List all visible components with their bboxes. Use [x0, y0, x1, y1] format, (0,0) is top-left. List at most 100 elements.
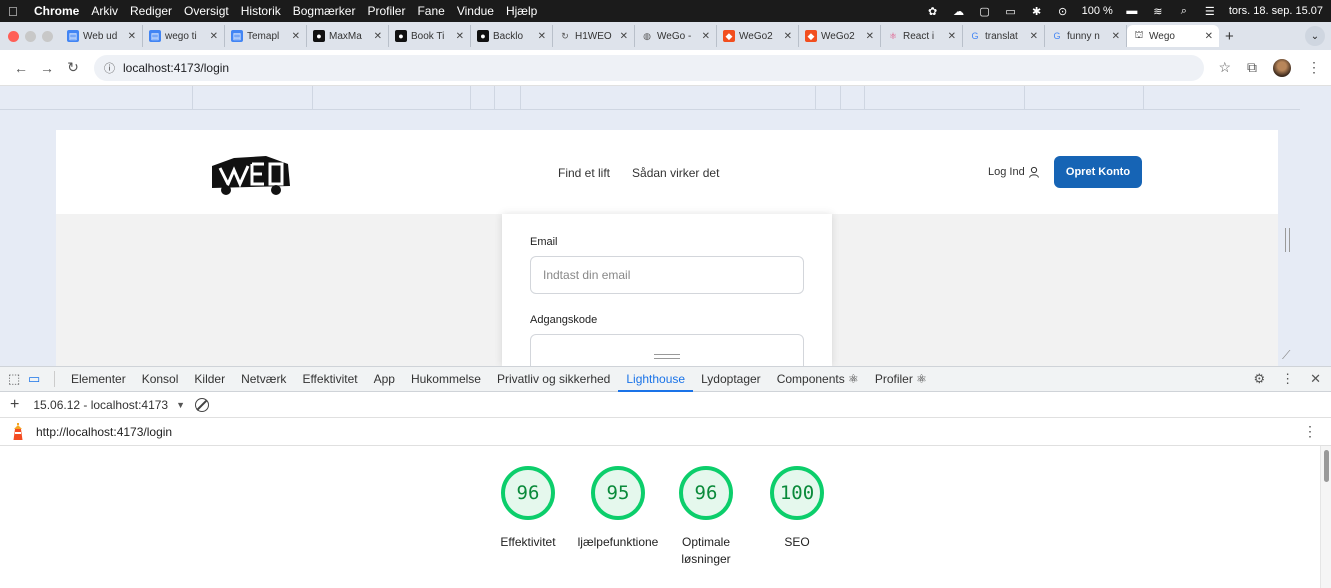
report-url[interactable]: http://localhost:4173/login [36, 425, 172, 439]
back-arrow-icon[interactable]: ← [10, 60, 32, 76]
devtools-more-icon[interactable]: ⋮ [1281, 371, 1294, 387]
scrollbar-thumb[interactable] [1324, 450, 1329, 482]
tab-close-icon[interactable]: ✕ [784, 31, 792, 42]
clear-reports-icon[interactable] [195, 397, 210, 412]
tab-item[interactable]: ● MaxMa ✕ [307, 25, 389, 47]
tab-close-icon[interactable]: ✕ [128, 31, 136, 42]
score-gauge-best-practices[interactable]: 96 Optimale løsninger [656, 466, 756, 568]
tab-item[interactable]: ◍ WeGo - ✕ [635, 25, 717, 47]
devtools-tab[interactable]: Lydoptager [693, 366, 769, 392]
bluetooth-icon[interactable]: ✱ [1030, 5, 1044, 18]
new-report-button[interactable]: + [10, 396, 19, 414]
menubar-clock[interactable]: tors. 18. sep. 15.07 [1229, 5, 1323, 17]
tab-close-icon[interactable]: ✕ [866, 31, 874, 42]
extensions-icon[interactable]: ⧉ [1247, 59, 1257, 76]
nav-how-it-works[interactable]: Sådan virker det [632, 166, 719, 180]
menu-bogmaerker[interactable]: Bogmærker [293, 4, 356, 18]
tab-close-icon[interactable]: ✕ [374, 31, 382, 42]
devtools-tab[interactable]: Privatliv og sikkerhed [489, 366, 618, 392]
tab-close-icon[interactable]: ✕ [1112, 31, 1120, 42]
control-center-icon[interactable]: ☰ [1203, 5, 1217, 18]
zoom-window-button[interactable] [42, 30, 53, 42]
devtools-tab[interactable]: Elementer [63, 366, 134, 392]
report-select[interactable]: 15.06.12 - localhost:4173 [33, 398, 168, 412]
devtools-tab[interactable]: Components ⚛ [769, 366, 867, 392]
menu-profiler[interactable]: Profiler [367, 4, 405, 18]
site-info-icon[interactable]: ⓘ [104, 60, 115, 76]
tab-close-icon[interactable]: ✕ [1030, 31, 1038, 42]
password-field[interactable] [530, 334, 804, 366]
devtools-tab[interactable]: Hukommelse [403, 366, 489, 392]
tab-item[interactable]: ● Backlo ✕ [471, 25, 553, 47]
menu-vindue[interactable]: Vindue [457, 4, 494, 18]
minimize-window-button[interactable] [25, 30, 36, 42]
tab-close-icon[interactable]: ✕ [210, 31, 218, 42]
devtools-tab[interactable]: App [366, 366, 403, 392]
corner-resize-icon[interactable]: ⟋ [1282, 348, 1290, 363]
viewport-resize-handle[interactable] [1285, 228, 1290, 252]
menu-hjaelp[interactable]: Hjælp [506, 4, 537, 18]
tab-item[interactable]: Gtranslat ✕ [963, 25, 1045, 47]
caret-down-icon[interactable]: ▼ [176, 400, 185, 410]
tab-item[interactable]: ● Book Ti ✕ [389, 25, 471, 47]
tab-search-button[interactable]: ⌄ [1305, 26, 1325, 46]
menu-historik[interactable]: Historik [241, 4, 281, 18]
extension-status-icon[interactable]: ✿ [926, 5, 940, 18]
tab-item[interactable]: ↻ H1WEO ✕ [553, 25, 635, 47]
display-icon[interactable]: ▭ [1004, 5, 1018, 18]
address-bar[interactable]: ⓘ localhost:4173/login [94, 54, 1205, 81]
wego-logo[interactable] [204, 150, 296, 196]
tab-close-icon[interactable]: ✕ [948, 31, 956, 42]
signup-button[interactable]: Opret Konto [1054, 156, 1142, 188]
devtools-tab[interactable]: Konsol [134, 366, 187, 392]
wifi-icon[interactable]: ≋ [1151, 5, 1165, 18]
login-link[interactable]: Log Ind [988, 166, 1040, 178]
device-toolbar-icon[interactable]: ▭ [28, 371, 48, 387]
settings-gear-icon[interactable]: ⚙ [1253, 371, 1265, 387]
chrome-menu-icon[interactable]: ⋮ [1307, 59, 1321, 76]
tab-close-icon[interactable]: ✕ [702, 31, 710, 42]
tab-close-icon[interactable]: ✕ [620, 31, 628, 42]
tab-item[interactable]: ▤ wego ti ✕ [143, 25, 225, 47]
menu-arkiv[interactable]: Arkiv [91, 4, 118, 18]
devtools-tab[interactable]: Lighthouse [618, 366, 694, 392]
cloud-icon[interactable]: ☁ [952, 5, 966, 18]
devtools-tab[interactable]: Profiler ⚛ [867, 366, 935, 392]
menu-rediger[interactable]: Rediger [130, 4, 172, 18]
apple-icon[interactable]:  [8, 4, 26, 19]
reload-icon[interactable]: ↻ [62, 59, 84, 76]
tab-item[interactable]: ◆ WeGo2 ✕ [799, 25, 881, 47]
report-menu-icon[interactable]: ⋮ [1303, 423, 1317, 440]
close-devtools-icon[interactable]: ✕ [1310, 371, 1321, 387]
report-scrollbar[interactable] [1320, 446, 1331, 588]
inspect-element-icon[interactable]: ⬚ [8, 371, 28, 387]
new-tab-button[interactable]: + [1225, 28, 1234, 45]
bookmark-star-icon[interactable]: ☆ [1218, 59, 1231, 76]
profile-avatar[interactable] [1273, 58, 1291, 77]
tab-item[interactable]: Gfunny n ✕ [1045, 25, 1127, 47]
menu-fane[interactable]: Fane [417, 4, 444, 18]
battery-icon[interactable]: ▬ [1125, 5, 1139, 17]
close-window-button[interactable] [8, 30, 19, 42]
score-gauge-performance[interactable]: 96 Effektivitet [478, 466, 578, 551]
devtools-tab[interactable]: Effektivitet [294, 366, 365, 392]
tab-close-icon[interactable]: ✕ [292, 31, 300, 42]
score-gauge-accessibility[interactable]: 95 ljælpefunktione [568, 466, 668, 551]
tab-close-icon[interactable]: ✕ [456, 31, 464, 42]
tab-close-icon[interactable]: ✕ [1205, 31, 1213, 42]
nav-find-ride[interactable]: Find et lift [558, 166, 610, 180]
devtools-drag-handle[interactable] [654, 354, 680, 359]
tab-item[interactable]: ▤ Web ud ✕ [61, 25, 143, 47]
tab-close-icon[interactable]: ✕ [538, 31, 546, 42]
play-circle-icon[interactable]: ⊙ [1056, 5, 1070, 18]
menu-oversigt[interactable]: Oversigt [184, 4, 229, 18]
score-gauge-seo[interactable]: 100 SEO [747, 466, 847, 551]
tab-item[interactable]: ▤ Temapl ✕ [225, 25, 307, 47]
window-icon[interactable]: ▢ [978, 5, 992, 18]
devtools-tab[interactable]: Netværk [233, 366, 294, 392]
forward-arrow-icon[interactable]: → [36, 60, 58, 76]
email-field[interactable]: Indtast din email [530, 256, 804, 294]
tab-active-wego[interactable]: ⛫ Wego ✕ [1127, 25, 1219, 47]
tab-item[interactable]: ◆ WeGo2 ✕ [717, 25, 799, 47]
tab-item[interactable]: ⚛ React i ✕ [881, 25, 963, 47]
